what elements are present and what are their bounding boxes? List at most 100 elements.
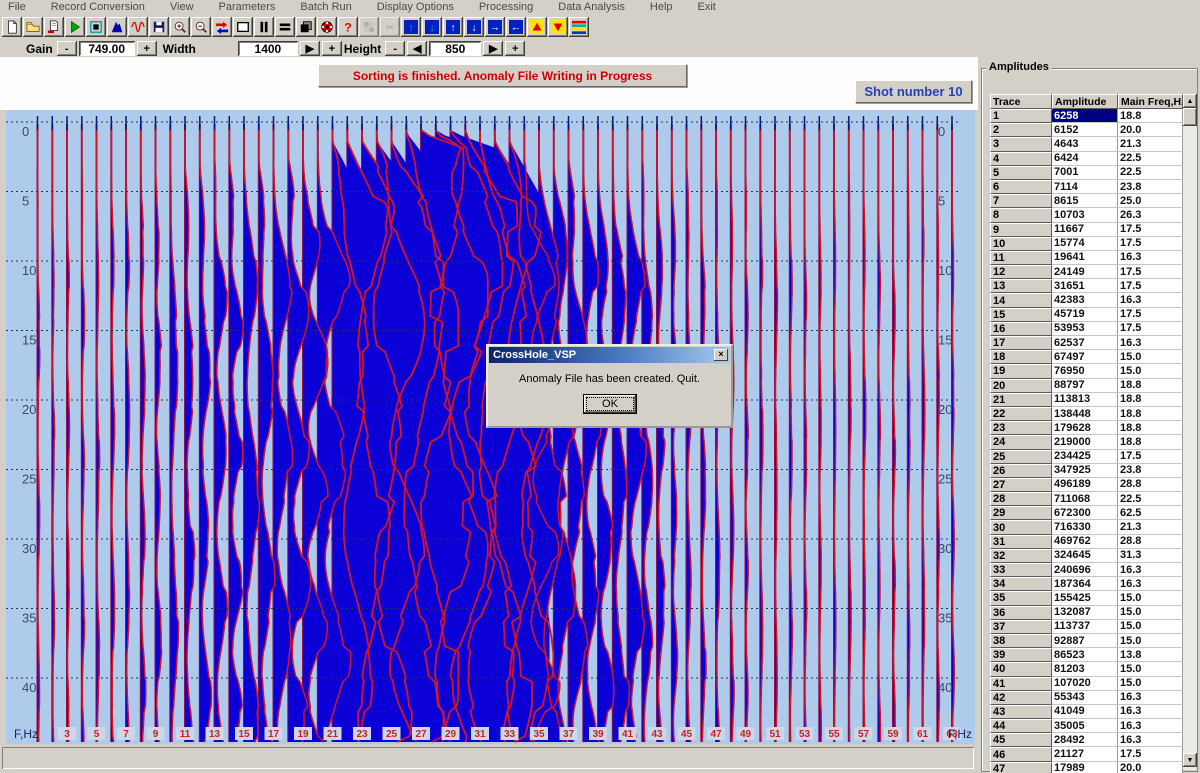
amplitude-cell[interactable]: 86523 bbox=[1052, 648, 1118, 662]
table-row[interactable]: 144238316.3 bbox=[990, 293, 1183, 307]
trace-cell[interactable]: 35 bbox=[990, 591, 1052, 605]
table-row[interactable]: 2317962818.8 bbox=[990, 421, 1183, 435]
amplitude-cell[interactable]: 15774 bbox=[1052, 237, 1118, 251]
amplitude-cell[interactable]: 55343 bbox=[1052, 691, 1118, 705]
trace-cell[interactable]: 16 bbox=[990, 322, 1052, 336]
move-up-button[interactable]: ↑ bbox=[443, 17, 463, 37]
trace-cell[interactable]: 40 bbox=[990, 662, 1052, 676]
table-row[interactable]: 2111381318.8 bbox=[990, 393, 1183, 407]
copy-button[interactable] bbox=[296, 17, 316, 37]
open-file-button[interactable] bbox=[23, 17, 43, 37]
amplitude-cell[interactable]: 155425 bbox=[1052, 591, 1118, 605]
table-row[interactable]: 165395317.5 bbox=[990, 322, 1183, 336]
trace-cell[interactable]: 38 bbox=[990, 634, 1052, 648]
trace-cell[interactable]: 5 bbox=[990, 166, 1052, 180]
table-row[interactable]: 443500516.3 bbox=[990, 719, 1183, 733]
move-left-button[interactable]: ← bbox=[506, 17, 526, 37]
gain-up-button[interactable] bbox=[527, 17, 547, 37]
trace-cell[interactable]: 13 bbox=[990, 279, 1052, 293]
width-next-button[interactable]: ▶ bbox=[300, 41, 320, 56]
freq-cell[interactable]: 13.8 bbox=[1118, 648, 1183, 662]
table-row[interactable]: 389288715.0 bbox=[990, 634, 1183, 648]
amplitude-cell[interactable]: 6258 bbox=[1052, 109, 1118, 123]
table-row[interactable]: 1625818.8 bbox=[990, 109, 1183, 123]
cut-button[interactable]: ✂ bbox=[380, 17, 400, 37]
table-row[interactable]: 2615220.0 bbox=[990, 123, 1183, 137]
freq-cell[interactable]: 16.3 bbox=[1118, 719, 1183, 733]
table-row[interactable]: 462112717.5 bbox=[990, 747, 1183, 761]
amplitude-cell[interactable]: 92887 bbox=[1052, 634, 1118, 648]
amplitude-cell[interactable]: 21127 bbox=[1052, 747, 1118, 761]
table-row[interactable]: 197695015.0 bbox=[990, 364, 1183, 378]
amplitude-cell[interactable]: 234425 bbox=[1052, 450, 1118, 464]
freq-cell[interactable]: 17.5 bbox=[1118, 450, 1183, 464]
amplitude-cell[interactable]: 496189 bbox=[1052, 478, 1118, 492]
column-header-trace[interactable]: Trace bbox=[990, 94, 1052, 109]
trace-cell[interactable]: 2 bbox=[990, 123, 1052, 137]
close-icon[interactable]: × bbox=[714, 349, 728, 361]
amplitude-cell[interactable]: 53953 bbox=[1052, 322, 1118, 336]
table-row[interactable]: 3515542515.0 bbox=[990, 591, 1183, 605]
amplitude-cell[interactable]: 42383 bbox=[1052, 293, 1118, 307]
trace-cell[interactable]: 39 bbox=[990, 648, 1052, 662]
table-row[interactable]: 3711373715.0 bbox=[990, 620, 1183, 634]
amplitude-cell[interactable]: 11667 bbox=[1052, 223, 1118, 237]
trace-cell[interactable]: 10 bbox=[990, 237, 1052, 251]
freq-cell[interactable]: 23.8 bbox=[1118, 180, 1183, 194]
gain-minus-button[interactable]: - bbox=[57, 41, 77, 56]
table-row[interactable]: 3464321.3 bbox=[990, 137, 1183, 151]
width-value-field[interactable]: 1400 bbox=[238, 41, 298, 56]
trace-cell[interactable]: 37 bbox=[990, 620, 1052, 634]
trace-cell[interactable]: 20 bbox=[990, 379, 1052, 393]
height-plus-button[interactable]: + bbox=[505, 41, 525, 56]
equalize-button[interactable] bbox=[275, 17, 295, 37]
amplitudes-scrollbar[interactable]: ▲ ▼ bbox=[1183, 94, 1197, 770]
trace-cell[interactable]: 34 bbox=[990, 577, 1052, 591]
menu-item-help[interactable]: Help bbox=[648, 1, 675, 13]
trace-cell[interactable]: 25 bbox=[990, 450, 1052, 464]
gain-down-button[interactable] bbox=[548, 17, 568, 37]
freq-cell[interactable]: 20.0 bbox=[1118, 123, 1183, 137]
table-row[interactable]: 398652313.8 bbox=[990, 648, 1183, 662]
waveform-button[interactable] bbox=[128, 17, 148, 37]
amplitude-cell[interactable]: 240696 bbox=[1052, 563, 1118, 577]
trace-cell[interactable]: 24 bbox=[990, 435, 1052, 449]
table-row[interactable]: 176253716.3 bbox=[990, 336, 1183, 350]
amplitude-cell[interactable]: 28492 bbox=[1052, 733, 1118, 747]
freq-cell[interactable]: 17.5 bbox=[1118, 279, 1183, 293]
amplitude-cell[interactable]: 113813 bbox=[1052, 393, 1118, 407]
freq-cell[interactable]: 31.3 bbox=[1118, 549, 1183, 563]
trace-cell[interactable]: 22 bbox=[990, 407, 1052, 421]
zoom-out-button[interactable] bbox=[191, 17, 211, 37]
freq-cell[interactable]: 28.8 bbox=[1118, 478, 1183, 492]
table-row[interactable]: 3418736416.3 bbox=[990, 577, 1183, 591]
freq-cell[interactable]: 15.0 bbox=[1118, 364, 1183, 378]
amplitude-cell[interactable]: 179628 bbox=[1052, 421, 1118, 435]
column-header-main-freq-hz[interactable]: Main Freq,Hz bbox=[1118, 94, 1183, 109]
amplitude-cell[interactable]: 81203 bbox=[1052, 662, 1118, 676]
freq-cell[interactable]: 21.3 bbox=[1118, 137, 1183, 151]
amplitude-cell[interactable]: 469762 bbox=[1052, 535, 1118, 549]
table-row[interactable]: 81070326.3 bbox=[990, 208, 1183, 222]
amplitude-cell[interactable]: 24149 bbox=[1052, 265, 1118, 279]
table-row[interactable]: 471798920.0 bbox=[990, 762, 1183, 773]
scroll-thumb[interactable] bbox=[1183, 108, 1197, 126]
freq-cell[interactable]: 16.3 bbox=[1118, 691, 1183, 705]
table-row[interactable]: 2871106822.5 bbox=[990, 492, 1183, 506]
gain-value-field[interactable]: 749.00 bbox=[79, 41, 135, 56]
freq-cell[interactable]: 15.0 bbox=[1118, 662, 1183, 676]
amplitude-cell[interactable]: 716330 bbox=[1052, 520, 1118, 534]
amplitude-cell[interactable]: 88797 bbox=[1052, 379, 1118, 393]
trace-cell[interactable]: 47 bbox=[990, 762, 1052, 773]
table-row[interactable]: 133165117.5 bbox=[990, 279, 1183, 293]
trace-cell[interactable]: 32 bbox=[990, 549, 1052, 563]
freq-cell[interactable]: 16.3 bbox=[1118, 705, 1183, 719]
table-row[interactable]: 2523442517.5 bbox=[990, 450, 1183, 464]
menu-item-batch-run[interactable]: Batch Run bbox=[298, 1, 353, 13]
amplitude-cell[interactable]: 76950 bbox=[1052, 364, 1118, 378]
move-right-button[interactable]: → bbox=[485, 17, 505, 37]
table-row[interactable]: 434104916.3 bbox=[990, 705, 1183, 719]
freq-cell[interactable]: 16.3 bbox=[1118, 733, 1183, 747]
freq-cell[interactable]: 17.5 bbox=[1118, 322, 1183, 336]
save-button[interactable] bbox=[149, 17, 169, 37]
